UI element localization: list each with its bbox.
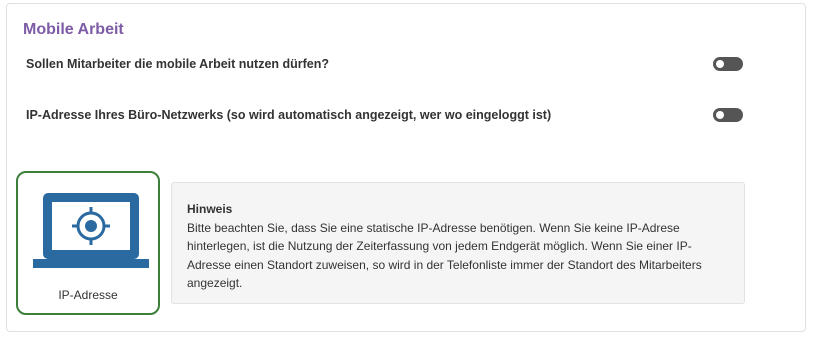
hint-text: Bitte beachten Sie, dass Sie eine statis… (187, 220, 702, 291)
toggle-knob (716, 111, 724, 119)
ip-address-card[interactable]: IP-Adresse (16, 171, 160, 315)
hint-box: Hinweis Bitte beachten Sie, dass Sie ein… (171, 182, 745, 304)
mobile-work-allowed-label: Sollen Mitarbeiter die mobile Arbeit nut… (26, 57, 330, 71)
office-ip-toggle[interactable] (713, 108, 743, 122)
section-title: Mobile Arbeit (23, 21, 124, 38)
mobile-work-allowed-toggle[interactable] (713, 57, 743, 71)
ip-address-card-label: IP-Adresse (58, 288, 118, 302)
hint-title: Hinweis (187, 202, 233, 216)
laptop-target-icon (33, 193, 149, 268)
office-ip-label: IP-Adresse Ihres Büro-Netzwerks (so wird… (26, 108, 552, 122)
toggle-knob (716, 60, 724, 68)
